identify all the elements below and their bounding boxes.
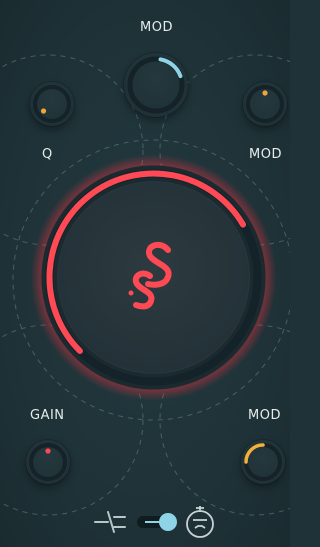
tube-icon[interactable] [186,506,214,538]
plugin-panel: MOD Q MOD GAIN MOD [0,0,290,547]
plug-icon[interactable] [94,511,126,533]
brand-logo [128,241,172,310]
footer-bar [94,506,214,538]
mode-toggle[interactable] [137,513,177,531]
